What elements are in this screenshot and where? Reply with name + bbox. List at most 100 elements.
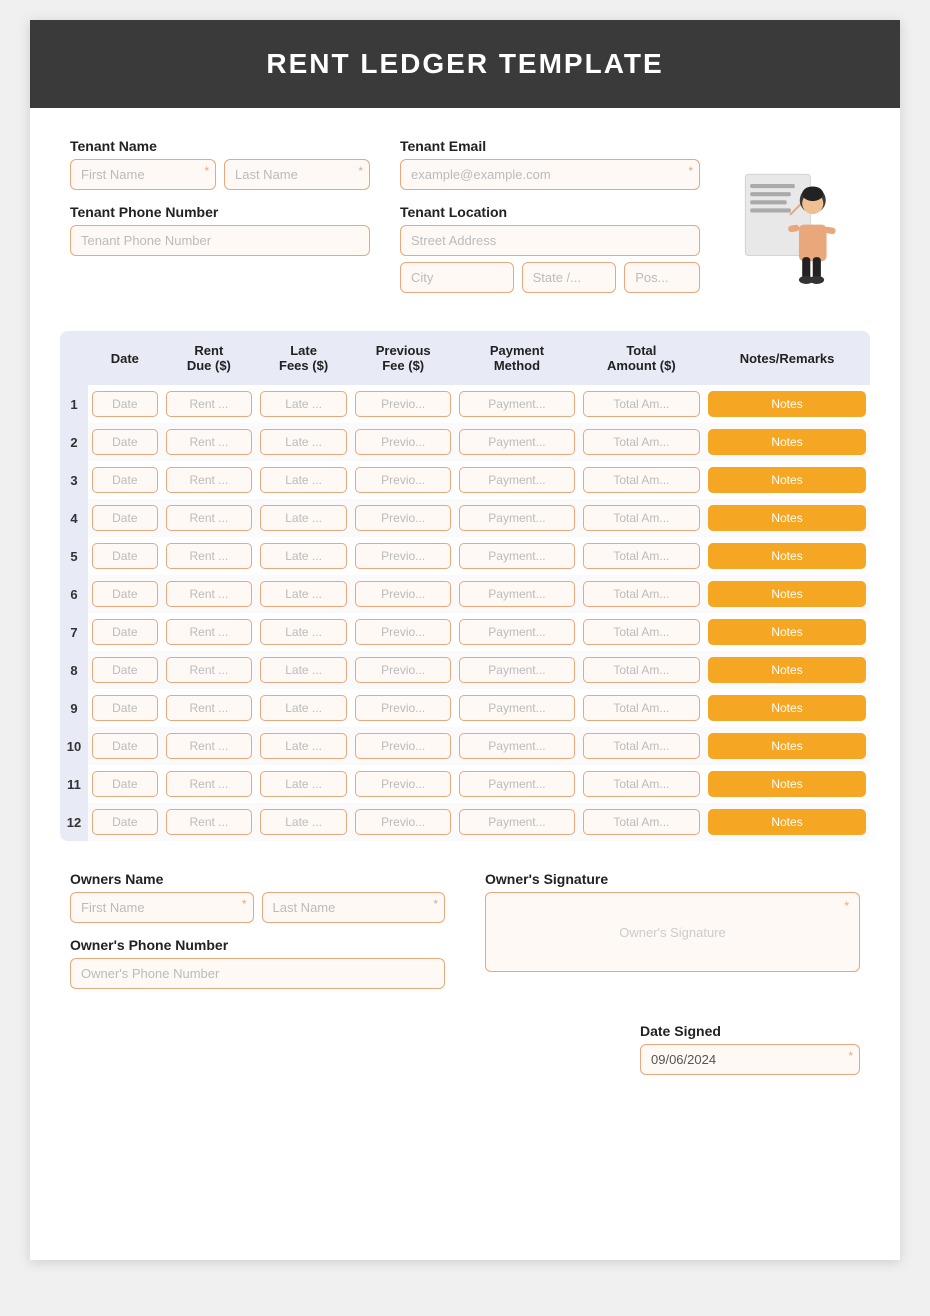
date-cell-input[interactable]: Date bbox=[92, 809, 158, 835]
prev-cell-input[interactable]: Previo... bbox=[355, 467, 451, 493]
notes-cell-input[interactable]: Notes bbox=[708, 809, 866, 835]
date-cell-input[interactable]: Date bbox=[92, 733, 158, 759]
tenant-zip-input[interactable]: Pos... bbox=[624, 262, 700, 293]
tenant-firstname-input[interactable]: First Name bbox=[70, 159, 216, 190]
late-cell-input[interactable]: Late ... bbox=[260, 429, 347, 455]
rent-cell-input[interactable]: Rent ... bbox=[166, 543, 252, 569]
cell-payment: Payment... bbox=[455, 423, 578, 461]
total-cell-input[interactable]: Total Am... bbox=[583, 771, 700, 797]
date-cell-input[interactable]: Date bbox=[92, 429, 158, 455]
rent-cell-input[interactable]: Rent ... bbox=[166, 467, 252, 493]
date-cell-input[interactable]: Date bbox=[92, 391, 158, 417]
prev-cell-input[interactable]: Previo... bbox=[355, 391, 451, 417]
payment-cell-input[interactable]: Payment... bbox=[459, 391, 574, 417]
payment-cell-input[interactable]: Payment... bbox=[459, 543, 574, 569]
total-cell-input[interactable]: Total Am... bbox=[583, 429, 700, 455]
notes-cell-input[interactable]: Notes bbox=[708, 581, 866, 607]
total-cell-input[interactable]: Total Am... bbox=[583, 733, 700, 759]
owner-firstname-input[interactable]: First Name bbox=[70, 892, 254, 923]
date-cell-input[interactable]: Date bbox=[92, 657, 158, 683]
date-cell-input[interactable]: Date bbox=[92, 771, 158, 797]
total-cell-input[interactable]: Total Am... bbox=[583, 657, 700, 683]
owner-phone-input[interactable]: Owner's Phone Number bbox=[70, 958, 445, 989]
date-cell-input[interactable]: Date bbox=[92, 505, 158, 531]
rent-cell-input[interactable]: Rent ... bbox=[166, 619, 252, 645]
total-cell-input[interactable]: Total Am... bbox=[583, 619, 700, 645]
payment-cell-input[interactable]: Payment... bbox=[459, 581, 574, 607]
date-cell-input[interactable]: Date bbox=[92, 695, 158, 721]
payment-cell-input[interactable]: Payment... bbox=[459, 619, 574, 645]
notes-cell-input[interactable]: Notes bbox=[708, 695, 866, 721]
prev-cell-input[interactable]: Previo... bbox=[355, 809, 451, 835]
payment-cell-input[interactable]: Payment... bbox=[459, 695, 574, 721]
owner-lastname-input[interactable]: Last Name bbox=[262, 892, 446, 923]
total-cell-input[interactable]: Total Am... bbox=[583, 543, 700, 569]
tenant-phone-input[interactable]: Tenant Phone Number bbox=[70, 225, 370, 256]
prev-cell-input[interactable]: Previo... bbox=[355, 505, 451, 531]
prev-cell-input[interactable]: Previo... bbox=[355, 543, 451, 569]
notes-cell-input[interactable]: Notes bbox=[708, 543, 866, 569]
rent-cell-input[interactable]: Rent ... bbox=[166, 581, 252, 607]
prev-cell-input[interactable]: Previo... bbox=[355, 657, 451, 683]
prev-cell-input[interactable]: Previo... bbox=[355, 771, 451, 797]
rent-cell-input[interactable]: Rent ... bbox=[166, 809, 252, 835]
prev-cell-input[interactable]: Previo... bbox=[355, 581, 451, 607]
rent-cell-input[interactable]: Rent ... bbox=[166, 657, 252, 683]
late-cell-input[interactable]: Late ... bbox=[260, 467, 347, 493]
tenant-lastname-input[interactable]: Last Name bbox=[224, 159, 370, 190]
late-cell-input[interactable]: Late ... bbox=[260, 809, 347, 835]
owner-signature-box[interactable]: Owner's Signature * bbox=[485, 892, 860, 972]
late-cell-input[interactable]: Late ... bbox=[260, 581, 347, 607]
rent-cell-input[interactable]: Rent ... bbox=[166, 733, 252, 759]
total-cell-input[interactable]: Total Am... bbox=[583, 809, 700, 835]
late-cell-input[interactable]: Late ... bbox=[260, 695, 347, 721]
date-cell-input[interactable]: Date bbox=[92, 619, 158, 645]
rent-cell-input[interactable]: Rent ... bbox=[166, 429, 252, 455]
tenant-city-input[interactable]: City bbox=[400, 262, 514, 293]
total-cell-input[interactable]: Total Am... bbox=[583, 695, 700, 721]
notes-cell-input[interactable]: Notes bbox=[708, 505, 866, 531]
payment-cell-input[interactable]: Payment... bbox=[459, 733, 574, 759]
payment-cell-input[interactable]: Payment... bbox=[459, 809, 574, 835]
notes-cell-input[interactable]: Notes bbox=[708, 619, 866, 645]
total-cell-input[interactable]: Total Am... bbox=[583, 505, 700, 531]
payment-cell-input[interactable]: Payment... bbox=[459, 429, 574, 455]
date-cell-input[interactable]: Date bbox=[92, 467, 158, 493]
tenant-email-input[interactable]: example@example.com bbox=[400, 159, 700, 190]
notes-cell-input[interactable]: Notes bbox=[708, 391, 866, 417]
late-cell-input[interactable]: Late ... bbox=[260, 733, 347, 759]
payment-cell-input[interactable]: Payment... bbox=[459, 771, 574, 797]
total-cell-input[interactable]: Total Am... bbox=[583, 391, 700, 417]
rent-cell-input[interactable]: Rent ... bbox=[166, 771, 252, 797]
payment-cell-input[interactable]: Payment... bbox=[459, 467, 574, 493]
notes-cell-input[interactable]: Notes bbox=[708, 771, 866, 797]
notes-cell-input[interactable]: Notes bbox=[708, 733, 866, 759]
late-cell-input[interactable]: Late ... bbox=[260, 505, 347, 531]
notes-cell-input[interactable]: Notes bbox=[708, 467, 866, 493]
tenant-street-input[interactable]: Street Address bbox=[400, 225, 700, 256]
late-cell-input[interactable]: Late ... bbox=[260, 619, 347, 645]
rent-cell-input[interactable]: Rent ... bbox=[166, 695, 252, 721]
prev-cell-input[interactable]: Previo... bbox=[355, 695, 451, 721]
tenant-state-input[interactable]: State /... bbox=[522, 262, 617, 293]
date-cell-input[interactable]: Date bbox=[92, 581, 158, 607]
payment-cell-input[interactable]: Payment... bbox=[459, 657, 574, 683]
cell-notes: Notes bbox=[704, 727, 870, 765]
total-cell-input[interactable]: Total Am... bbox=[583, 467, 700, 493]
late-cell-input[interactable]: Late ... bbox=[260, 391, 347, 417]
rent-cell-input[interactable]: Rent ... bbox=[166, 505, 252, 531]
notes-cell-input[interactable]: Notes bbox=[708, 657, 866, 683]
late-cell-input[interactable]: Late ... bbox=[260, 657, 347, 683]
rent-cell-input[interactable]: Rent ... bbox=[166, 391, 252, 417]
row-number: 9 bbox=[60, 689, 88, 727]
date-cell-input[interactable]: Date bbox=[92, 543, 158, 569]
payment-cell-input[interactable]: Payment... bbox=[459, 505, 574, 531]
late-cell-input[interactable]: Late ... bbox=[260, 771, 347, 797]
prev-cell-input[interactable]: Previo... bbox=[355, 429, 451, 455]
total-cell-input[interactable]: Total Am... bbox=[583, 581, 700, 607]
notes-cell-input[interactable]: Notes bbox=[708, 429, 866, 455]
date-signed-input[interactable]: 09/06/2024 bbox=[640, 1044, 860, 1075]
prev-cell-input[interactable]: Previo... bbox=[355, 733, 451, 759]
late-cell-input[interactable]: Late ... bbox=[260, 543, 347, 569]
prev-cell-input[interactable]: Previo... bbox=[355, 619, 451, 645]
